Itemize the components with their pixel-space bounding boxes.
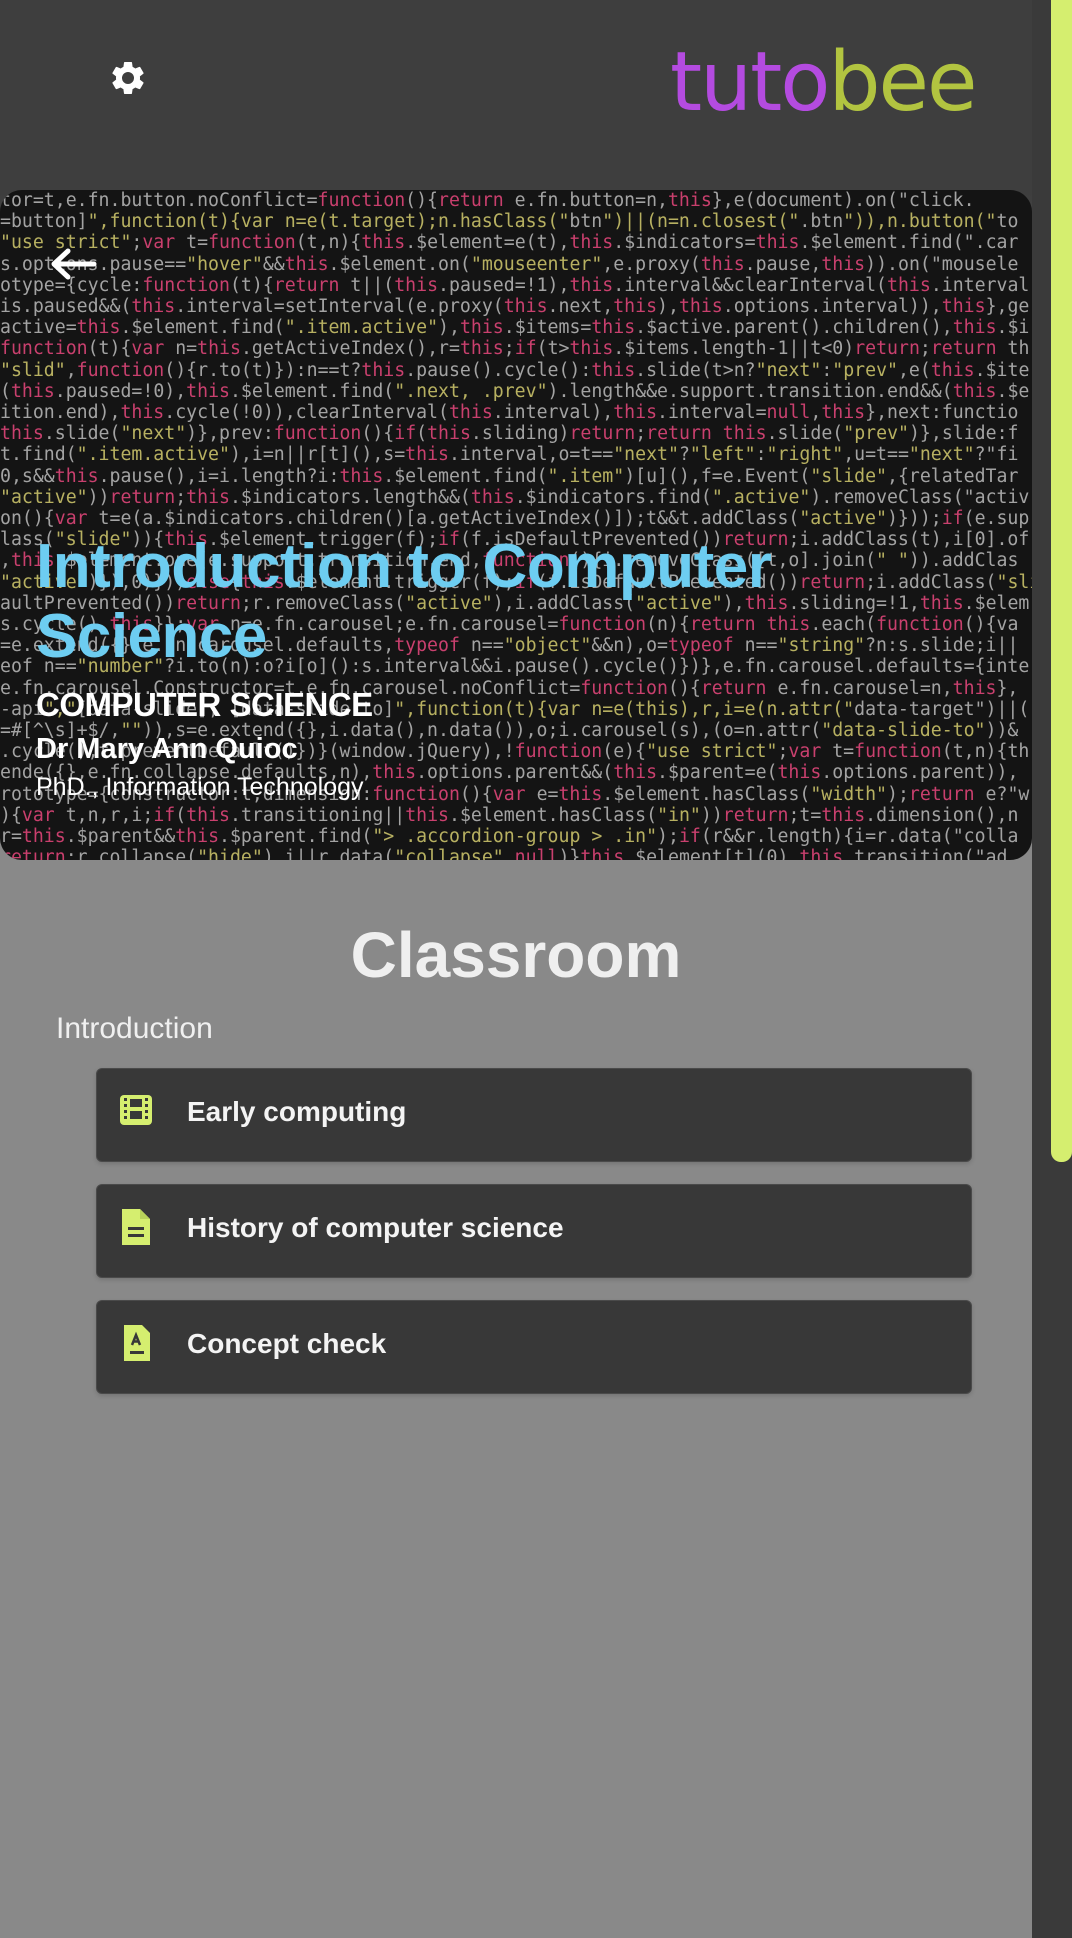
- lesson-early-computing[interactable]: Early computing: [96, 1068, 972, 1162]
- tutobee-logo[interactable]: tutobee: [670, 42, 977, 124]
- logo-text-bee: bee: [828, 35, 977, 130]
- classroom-heading: Classroom: [350, 919, 682, 991]
- lesson-label: Concept check: [187, 1328, 387, 1359]
- course-hero-banner: tor=t,e.fn.button.noConflict=function(){…: [0, 190, 1032, 860]
- section-label-introduction: Introduction: [56, 1012, 213, 1045]
- lesson-history-of-computer-science[interactable]: History of computer science: [96, 1184, 972, 1278]
- instructor-name: Dr Mary Ann Quioc: [36, 733, 298, 765]
- back-arrow-icon[interactable]: [48, 244, 98, 284]
- top-bar: tutobee: [0, 0, 1032, 190]
- gear-icon: [112, 61, 144, 94]
- document-icon: [122, 1209, 150, 1245]
- settings-button[interactable]: [104, 54, 152, 102]
- lesson-label: Early computing: [187, 1096, 407, 1127]
- logo-text-tuto: tuto: [670, 35, 830, 130]
- scrollbar-thumb[interactable]: [1051, 0, 1072, 1162]
- course-category: COMPUTER SCIENCE: [36, 686, 373, 723]
- course-title: Introduction to Computer Science: [36, 532, 772, 671]
- quiz-icon: [124, 1325, 150, 1361]
- film-icon: [120, 1095, 152, 1125]
- instructor-credentials: PhD., Information Technology: [36, 773, 364, 801]
- lesson-label: History of computer science: [187, 1212, 564, 1243]
- lesson-concept-check[interactable]: Concept check: [96, 1300, 972, 1394]
